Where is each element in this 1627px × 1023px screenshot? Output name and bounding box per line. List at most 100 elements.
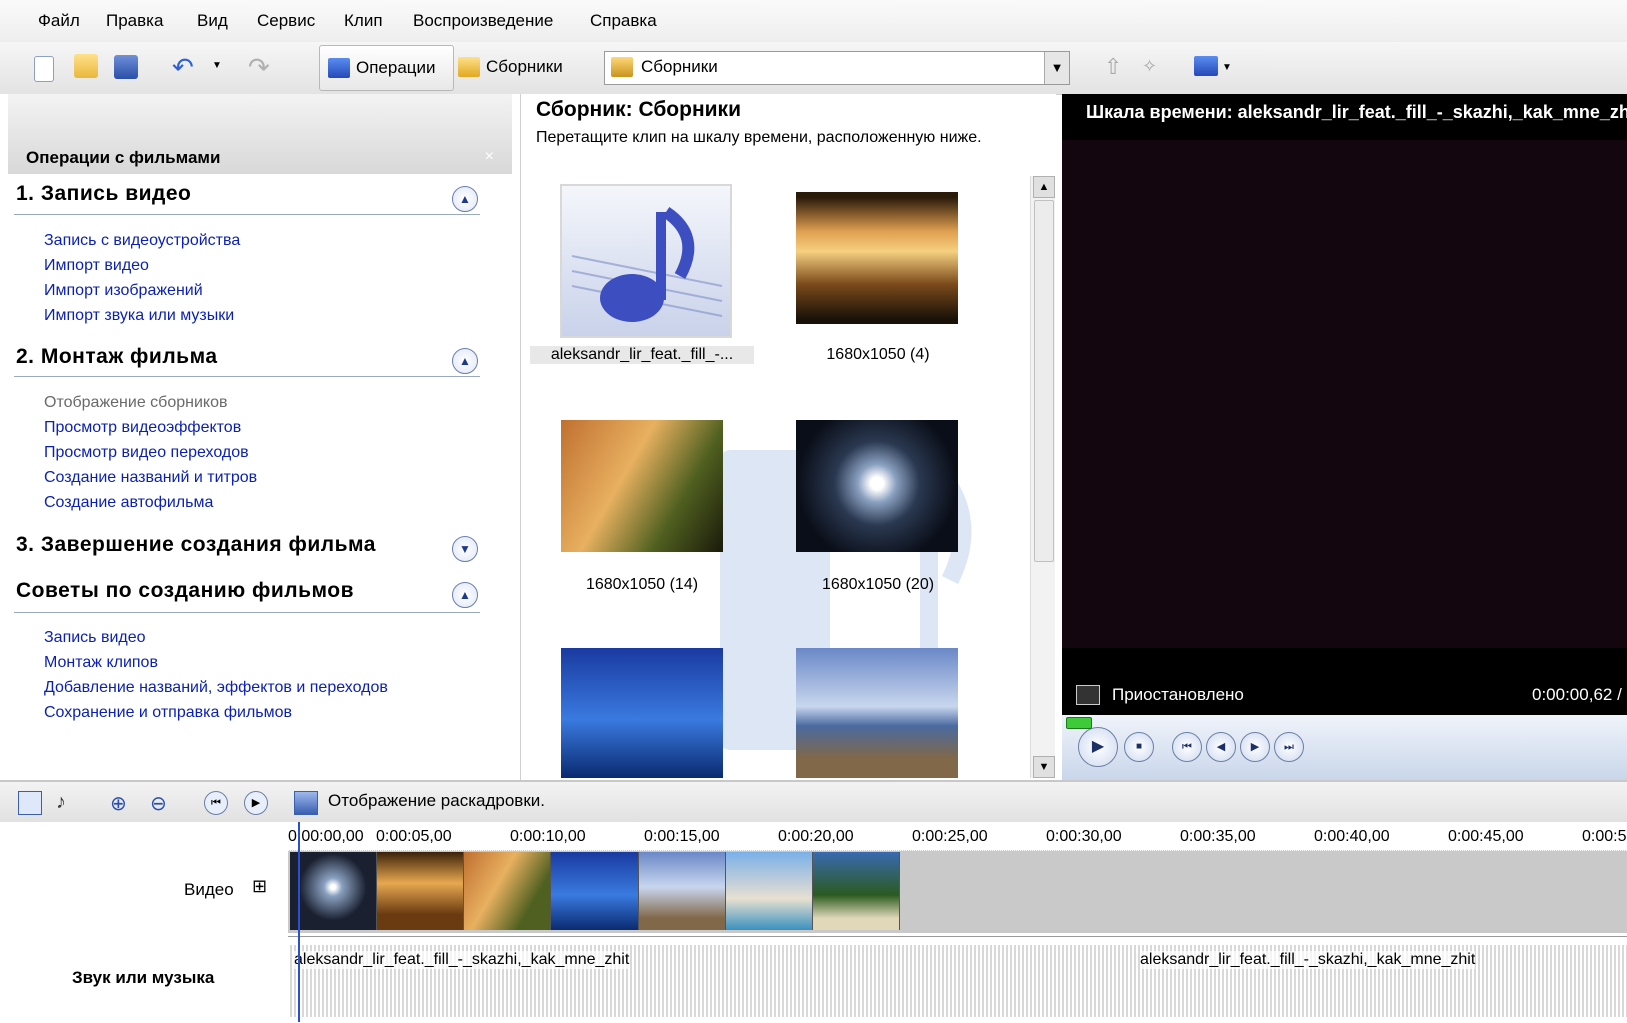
- save-icon[interactable]: [114, 55, 138, 79]
- collection-title: Сборник: Сборники: [536, 98, 741, 121]
- open-project-icon[interactable]: [74, 54, 98, 78]
- collection-select-value: Сборники: [641, 57, 718, 76]
- menu-playback[interactable]: Воспроизведение: [413, 11, 553, 31]
- ruler-tick: 0:00:45,00: [1448, 828, 1524, 845]
- link-import-audio[interactable]: Импорт звука или музыки: [44, 307, 234, 325]
- step-forward-icon[interactable]: ▶: [1240, 732, 1270, 762]
- menu-help[interactable]: Справка: [590, 11, 657, 31]
- collection-select[interactable]: Сборники ▼: [604, 51, 1070, 85]
- video-clip[interactable]: [464, 852, 552, 930]
- stop-icon[interactable]: ■: [1124, 732, 1154, 762]
- video-clip[interactable]: [377, 852, 465, 930]
- collection-item-image[interactable]: [796, 420, 958, 552]
- previous-frame-icon[interactable]: ⏮: [1172, 732, 1202, 762]
- video-clip[interactable]: [551, 852, 639, 930]
- section-divider: [14, 376, 480, 377]
- tasks-panel-header: Операции с фильмами ×: [8, 94, 512, 174]
- collections-label: Сборники: [486, 57, 563, 76]
- collection-item-image[interactable]: [796, 192, 958, 324]
- next-frame-icon[interactable]: ⏭: [1274, 732, 1304, 762]
- scroll-down-icon[interactable]: ▼: [1033, 756, 1055, 778]
- storyboard-view-toggle[interactable]: Отображение раскадровки.: [328, 791, 545, 811]
- collection-item-image[interactable]: [796, 648, 958, 778]
- playhead-indicator[interactable]: [298, 822, 300, 1022]
- menu-tools[interactable]: Сервис: [257, 11, 315, 31]
- storyboard-view-icon[interactable]: [294, 791, 318, 815]
- link-tips-capture[interactable]: Запись видео: [44, 629, 146, 647]
- zoom-out-icon[interactable]: ⊖: [150, 791, 172, 815]
- collections-button[interactable]: Сборники: [452, 45, 580, 89]
- collapse-section-icon[interactable]: ▲: [452, 582, 478, 608]
- link-import-video[interactable]: Импорт видео: [44, 257, 149, 275]
- expand-section-icon[interactable]: ▼: [452, 536, 478, 562]
- seek-slider-thumb[interactable]: [1066, 717, 1092, 729]
- collapse-section-icon[interactable]: ▲: [452, 348, 478, 374]
- audio-track[interactable]: aleksandr_lir_feat._fill_-_skazhi,_kak_m…: [288, 936, 1627, 1023]
- video-clip[interactable]: [725, 852, 813, 930]
- expand-video-track-icon[interactable]: ⊞: [252, 876, 267, 897]
- menu-edit[interactable]: Правка: [106, 11, 163, 31]
- link-tips-titles-effects[interactable]: Добавление названий, эффектов и переходо…: [44, 679, 388, 697]
- fullscreen-icon[interactable]: [1076, 685, 1100, 705]
- ruler-tick: 0:00:35,00: [1180, 828, 1256, 845]
- link-make-titles[interactable]: Создание названий и титров: [44, 469, 257, 487]
- ruler-tick: 0:00:15,00: [644, 828, 720, 845]
- scrollbar-thumb[interactable]: [1034, 200, 1054, 562]
- collection-item-caption: 1680x1050 (4): [826, 346, 930, 363]
- link-tips-edit[interactable]: Монтаж клипов: [44, 654, 158, 672]
- operations-icon: [328, 58, 350, 78]
- video-clips[interactable]: [290, 852, 900, 930]
- collapse-section-icon[interactable]: ▲: [452, 186, 478, 212]
- menu-view[interactable]: Вид: [197, 11, 228, 31]
- collection-item-audio[interactable]: [560, 184, 732, 338]
- menu-clip[interactable]: Клип: [344, 11, 383, 31]
- link-automovie[interactable]: Создание автофильма: [44, 494, 213, 512]
- new-project-icon[interactable]: [34, 56, 54, 82]
- audio-clip-name[interactable]: aleksandr_lir_feat._fill_-_skazhi,_kak_m…: [294, 951, 630, 969]
- set-audio-levels-icon[interactable]: ♪: [56, 791, 78, 813]
- new-collection-icon: ✧: [1142, 56, 1158, 76]
- rewind-timeline-icon[interactable]: ⏮: [204, 791, 228, 815]
- chevron-down-icon[interactable]: ▼: [1044, 52, 1069, 84]
- audio-clip-name[interactable]: aleksandr_lir_feat._fill_-_skazhi,_kak_m…: [1140, 951, 1476, 969]
- link-import-pictures[interactable]: Импорт изображений: [44, 282, 203, 300]
- play-timeline-icon[interactable]: ▶: [244, 791, 268, 815]
- scroll-up-icon[interactable]: ▲: [1033, 176, 1055, 198]
- link-capture-device[interactable]: Запись с видеоустройства: [44, 232, 240, 250]
- preview-title: Шкала времени: aleksandr_lir_feat._fill_…: [1086, 102, 1627, 122]
- tasks-panel-title: Операции с фильмами: [26, 148, 221, 167]
- collection-item-caption: aleksandr_lir_feat._fill_-...: [530, 346, 754, 364]
- collection-scrollbar[interactable]: ▲ ▼: [1030, 176, 1055, 778]
- step-back-icon[interactable]: ◀: [1206, 732, 1236, 762]
- audio-track-label: Звук или музыка: [72, 968, 215, 987]
- collection-item-image[interactable]: [561, 420, 723, 552]
- ruler-tick: 0:00:50,00: [1582, 828, 1627, 845]
- view-mode-dropdown-icon[interactable]: ▼: [1222, 62, 1232, 73]
- view-mode-icon[interactable]: [1194, 56, 1218, 76]
- section-finish-title[interactable]: 3. Завершение создания фильма: [16, 533, 376, 557]
- track-labels: Видео ⊞ Звук или музыка: [0, 850, 288, 1022]
- link-view-transitions[interactable]: Просмотр видео переходов: [44, 444, 249, 462]
- preview-status-bar: Приостановлено 0:00:00,62 / 0:05:24,40: [1062, 675, 1627, 715]
- section-edit-title[interactable]: 2. Монтаж фильма: [16, 345, 218, 369]
- undo-icon[interactable]: ↶: [172, 52, 194, 83]
- video-clip[interactable]: [812, 852, 900, 930]
- ruler-tick: 0:00:30,00: [1046, 828, 1122, 845]
- narrate-timeline-icon[interactable]: [18, 791, 42, 815]
- operations-button[interactable]: Операции: [319, 45, 454, 91]
- undo-dropdown-icon[interactable]: ▼: [212, 60, 222, 71]
- collection-item-caption: 1680x1050 (14): [585, 576, 699, 593]
- video-clip[interactable]: [290, 852, 378, 930]
- menu-file[interactable]: Файл: [38, 11, 80, 31]
- section-tips-title[interactable]: Советы по созданию фильмов: [16, 579, 354, 603]
- timeline-toolbar: ♪ ⊕ ⊖ ⏮ ▶ Отображение раскадровки.: [0, 780, 1627, 822]
- collection-item-image[interactable]: [561, 648, 723, 778]
- close-icon[interactable]: ×: [485, 148, 494, 166]
- video-clip[interactable]: [638, 852, 726, 930]
- zoom-in-icon[interactable]: ⊕: [110, 791, 132, 815]
- timeline-ruler[interactable]: 0:00:00,00 0:00:05,00 0:00:10,00 0:00:15…: [288, 822, 1627, 851]
- link-view-effects[interactable]: Просмотр видеоэффектов: [44, 419, 241, 437]
- section-capture-title[interactable]: 1. Запись видео: [16, 182, 191, 206]
- link-tips-save-send[interactable]: Сохранение и отправка фильмов: [44, 704, 292, 722]
- play-icon[interactable]: ▶: [1078, 727, 1118, 767]
